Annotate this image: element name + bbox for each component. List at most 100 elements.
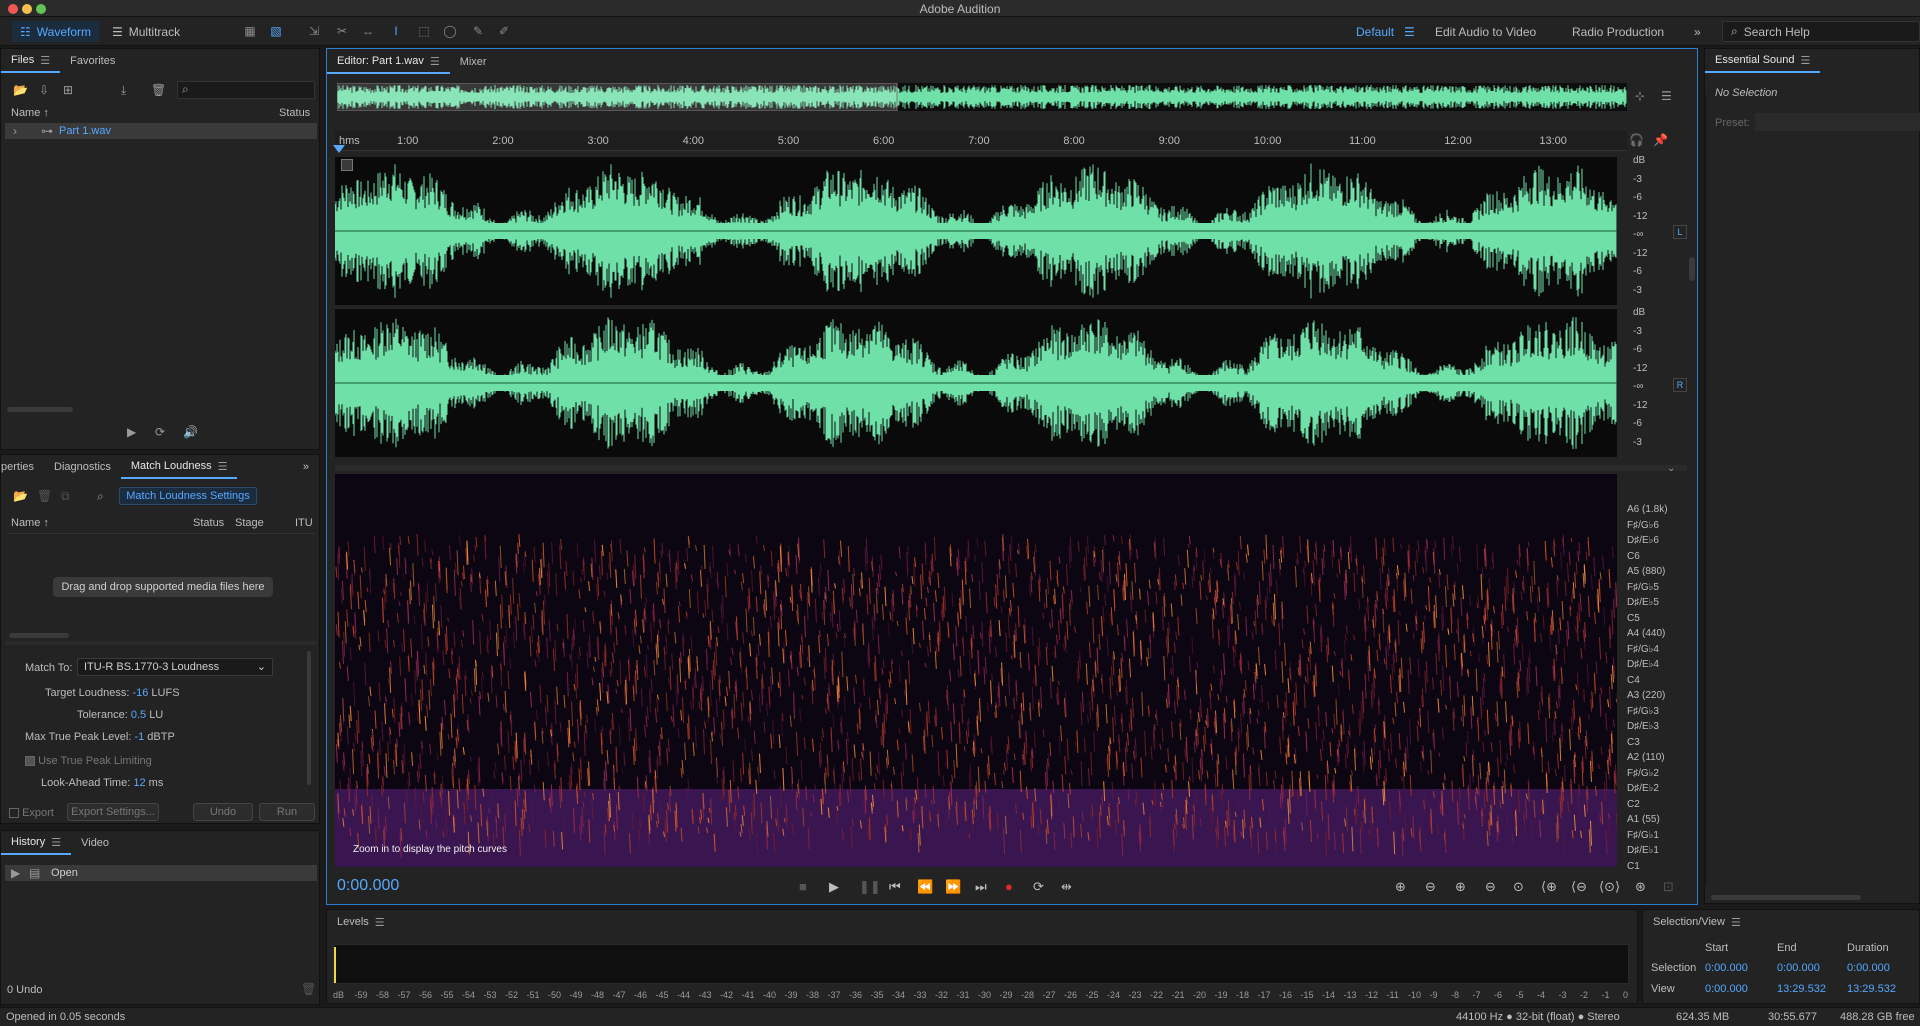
spectral-splitter[interactable] xyxy=(335,465,1687,471)
zoom-selection-icon[interactable]: ⟨⊙⟩ xyxy=(1599,879,1620,895)
view-duration[interactable]: 13:29.532 xyxy=(1847,983,1896,995)
pause-icon[interactable]: ❚❚ xyxy=(859,879,881,895)
undo-button[interactable]: Undo xyxy=(193,803,253,821)
scrollbar[interactable] xyxy=(9,633,69,638)
tab-files[interactable]: Files ☰ xyxy=(1,49,61,73)
display-options-icon[interactable]: ☰ xyxy=(1661,89,1672,103)
file-row[interactable]: › ⊶ Part 1.wav xyxy=(5,123,317,139)
zoom-in-time-icon[interactable]: ⊕ xyxy=(1455,879,1466,895)
brush-tool-icon[interactable]: ✎ xyxy=(470,24,486,38)
play-icon[interactable]: ▶ xyxy=(127,425,136,439)
lasso-tool-icon[interactable]: ◯ xyxy=(442,24,458,38)
channel-right-toggle[interactable]: R xyxy=(1673,378,1687,392)
loop-playback-icon[interactable]: ⟳ xyxy=(1033,879,1044,895)
fast-forward-icon[interactable]: ⏩ xyxy=(945,879,961,895)
workspace-menu-icon[interactable]: ☰ xyxy=(1404,25,1415,39)
open-icon[interactable]: 📂 xyxy=(13,489,28,503)
view-end[interactable]: 13:29.532 xyxy=(1777,983,1826,995)
tolerance-value[interactable]: 0.5 xyxy=(131,709,146,721)
selection-duration[interactable]: 0:00.000 xyxy=(1847,962,1890,974)
overview-bar[interactable] xyxy=(336,82,1627,112)
record-icon[interactable]: ● xyxy=(1005,879,1013,894)
zoom-in-point-out-icon[interactable]: ⟨⊖ xyxy=(1571,879,1587,895)
look-ahead-value[interactable]: 12 xyxy=(133,777,145,789)
spot-healing-tool-icon[interactable]: ✐ xyxy=(496,24,512,38)
tab-essential-sound[interactable]: Essential Sound ☰ xyxy=(1705,49,1821,73)
multitrack-mode-button[interactable]: ☰ Multitrack xyxy=(104,21,188,42)
skip-to-end-icon[interactable]: ⏭ xyxy=(975,879,987,895)
play-icon[interactable]: ▶ xyxy=(829,879,839,895)
tab-properties[interactable]: perties xyxy=(1,455,44,479)
collapse-icon[interactable]: ⌄ xyxy=(1667,463,1675,474)
waveform-channel-left[interactable] xyxy=(335,157,1617,305)
delete-icon[interactable]: 🗑 xyxy=(151,83,166,97)
match-loudness-settings-button[interactable]: Match Loudness Settings xyxy=(119,487,257,505)
zoom-out-time-icon[interactable]: ⊖ xyxy=(1485,879,1496,895)
col-name[interactable]: Name ↑ xyxy=(11,107,49,119)
slip-tool-icon[interactable]: ↔ xyxy=(360,24,376,38)
selection-end[interactable]: 0:00.000 xyxy=(1777,962,1820,974)
autoplay-icon[interactable]: 🔊 xyxy=(183,425,198,439)
scrollbar[interactable] xyxy=(7,407,73,412)
tab-editor[interactable]: Editor: Part 1.wav ☰ xyxy=(327,50,450,74)
workspace-default[interactable]: Default xyxy=(1356,25,1394,39)
tab-levels[interactable]: Levels ☰ xyxy=(327,910,395,934)
playhead-marker[interactable] xyxy=(333,145,345,153)
new-file-icon[interactable]: ⊞ xyxy=(63,83,73,97)
preset-select[interactable] xyxy=(1755,113,1920,131)
tab-history[interactable]: History ☰ xyxy=(1,831,72,855)
selection-start[interactable]: 0:00.000 xyxy=(1705,962,1748,974)
scrollbar[interactable] xyxy=(1711,895,1861,900)
open-file-icon[interactable]: 📂 xyxy=(13,83,28,97)
run-button[interactable]: Run xyxy=(259,803,315,821)
expand-icon[interactable]: › xyxy=(13,124,17,138)
skip-selection-icon[interactable]: ⇹ xyxy=(1061,879,1072,895)
col-stage[interactable]: Stage xyxy=(235,517,264,529)
col-status[interactable]: Status xyxy=(193,517,224,529)
use-true-peak-row[interactable]: Use True Peak Limiting xyxy=(25,755,152,767)
col-itu[interactable]: ITU xyxy=(295,517,313,529)
export-settings-button[interactable]: Export Settings... xyxy=(67,803,159,821)
spectral-pitch-display[interactable]: Zoom in to display the pitch curves xyxy=(335,474,1617,867)
analyze-icon[interactable]: ⌕ xyxy=(97,489,104,504)
waveform-mode-button[interactable]: ☷ Waveform xyxy=(12,21,99,42)
target-loudness-value[interactable]: -16 xyxy=(132,687,148,699)
pin-icon[interactable]: 📌 xyxy=(1653,133,1668,147)
zoom-reset-icon[interactable]: ⊛ xyxy=(1635,879,1646,895)
time-display[interactable]: 0:00.000 xyxy=(337,877,399,895)
skip-to-start-icon[interactable]: ⏮ xyxy=(889,879,901,895)
zoom-out-amplitude-icon[interactable]: ⊖ xyxy=(1425,879,1436,895)
overflow-icon[interactable]: » xyxy=(293,455,319,479)
frequency-display-icon[interactable]: ▦ xyxy=(242,24,258,38)
headphones-icon[interactable]: 🎧 xyxy=(1629,133,1644,147)
tab-diagnostics[interactable]: Diagnostics xyxy=(44,455,121,479)
insert-icon[interactable]: ⤓ xyxy=(121,83,126,98)
zoom-to-selection-icon[interactable]: ⊡ xyxy=(1663,879,1674,895)
move-tool-icon[interactable]: ⇲ xyxy=(306,24,322,38)
spectral-display-icon[interactable]: ▧ xyxy=(268,24,284,38)
tab-match-loudness[interactable]: Match Loudness ☰ xyxy=(120,455,238,479)
tab-mixer[interactable]: Mixer xyxy=(450,50,497,74)
zoom-in-amplitude-icon[interactable]: ⊕ xyxy=(1395,879,1406,895)
files-search-input[interactable]: ⌕ xyxy=(177,81,315,99)
scrollbar[interactable] xyxy=(307,651,311,785)
search-help-field[interactable]: ⌕ Search Help xyxy=(1722,21,1920,42)
zoom-navigator-icon[interactable]: ⊹ xyxy=(1635,89,1645,103)
tab-favorites[interactable]: Favorites xyxy=(60,49,125,73)
rewind-icon[interactable]: ⏪ xyxy=(917,879,933,895)
workspace-radio-production[interactable]: Radio Production xyxy=(1572,25,1664,39)
time-selection-tool-icon[interactable]: I xyxy=(388,24,404,38)
history-item[interactable]: ▶ ▤ Open xyxy=(5,865,317,881)
clip-gain-handle[interactable] xyxy=(341,159,353,171)
zoom-out-full-icon[interactable]: ⊙ xyxy=(1513,879,1524,895)
stop-icon[interactable]: ■ xyxy=(799,879,807,894)
export-checkbox-row[interactable]: Export xyxy=(9,807,54,819)
match-to-select[interactable]: ITU-R BS.1770-3 Loudness ⌄ xyxy=(77,658,273,676)
razor-tool-icon[interactable]: ✂ xyxy=(334,24,350,38)
max-true-peak-value[interactable]: -1 xyxy=(134,731,144,743)
more-workspaces-icon[interactable]: » xyxy=(1694,25,1701,39)
tab-video[interactable]: Video xyxy=(71,831,119,855)
marquee-tool-icon[interactable]: ⬚ xyxy=(416,24,432,38)
splitter[interactable] xyxy=(5,641,317,645)
workspace-edit-audio-to-video[interactable]: Edit Audio to Video xyxy=(1435,25,1536,39)
